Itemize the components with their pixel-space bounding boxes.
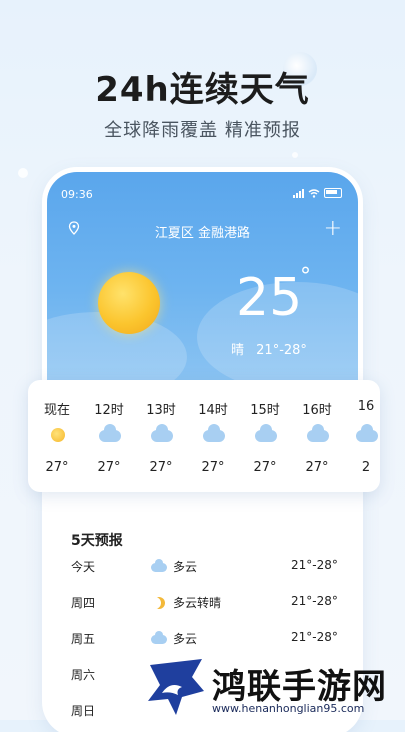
watermark-title: 鸿联手游网 [212, 667, 387, 707]
battery-icon [324, 188, 342, 198]
cloud-icon [307, 424, 329, 444]
cloud-icon [99, 424, 121, 444]
sun-icon [98, 272, 160, 334]
degree-symbol: ° [300, 264, 311, 289]
hour-label: 12时 [94, 403, 124, 418]
moon-icon [151, 596, 169, 610]
cloud-icon [356, 424, 378, 444]
forecast-row[interactable]: 今天 多云 21°-28° [47, 558, 358, 578]
cloud-icon [151, 631, 169, 646]
forecast-condition: 多云 [173, 560, 198, 574]
cloud-icon [151, 424, 173, 444]
sun-icon [47, 426, 69, 444]
cloud-icon [151, 559, 169, 574]
hour-temperature: 27° [253, 460, 277, 475]
hour-label: 16 [357, 399, 375, 414]
decorative-dot [18, 168, 28, 178]
hour-temperature: 27° [149, 460, 173, 475]
decorative-dot [292, 152, 298, 158]
location-name[interactable]: 江夏区 金融港路 [47, 222, 358, 241]
temperature-range: 21°-28° [256, 343, 307, 358]
condition-text: 晴 [231, 343, 245, 358]
hourly-forecast[interactable]: 现在 27° 12时 27° 13时 27° 14时 27° 15时 27° 1… [28, 380, 380, 492]
promo-headline: 24h连续天气 [95, 70, 310, 110]
hour-label: 15时 [250, 403, 280, 418]
status-icons [293, 188, 342, 198]
hour-temperature: 2 [361, 460, 371, 475]
forecast-day: 今天 [71, 560, 96, 574]
hour-temperature: 27° [97, 460, 121, 475]
current-temperature: 25 [236, 268, 303, 328]
hour-label: 14时 [198, 403, 228, 418]
watermark-logo [148, 659, 204, 715]
forecast-condition: 多云转晴 [173, 596, 222, 610]
status-time: 09:36 [61, 188, 93, 201]
forecast-day: 周五 [71, 632, 96, 646]
wifi-icon [308, 188, 320, 198]
hour-temperature: 27° [305, 460, 329, 475]
forecast-range: 21°-28° [291, 630, 338, 644]
weather-header: 09:36 江夏区 金融港路 + 25 ° 晴 21°-28° [47, 172, 358, 402]
hour-label: 现在 [43, 403, 70, 418]
forecast-day: 周六 [71, 668, 96, 682]
forecast-day: 周四 [71, 596, 96, 610]
forecast-row[interactable]: 周四 多云转晴 21°-28° [47, 594, 358, 614]
forecast-range: 21°-28° [291, 558, 338, 572]
hour-label: 16时 [302, 403, 332, 418]
hour-temperature: 27° [201, 460, 225, 475]
forecast-row[interactable]: 周五 多云 21°-28° [47, 630, 358, 650]
add-city-button[interactable]: + [324, 216, 342, 241]
forecast-day: 周日 [71, 704, 96, 718]
watermark-url: www.henanhonglian95.com [212, 702, 365, 715]
promo-subline: 全球降雨覆盖 精准预报 [104, 120, 301, 141]
current-condition: 晴 21°-28° [231, 339, 307, 358]
forecast-title: 5天预报 [71, 533, 123, 549]
cloud-icon [203, 424, 225, 444]
cloud-icon [255, 424, 277, 444]
signal-icon [293, 188, 304, 198]
watermark: 鸿联手游网 www.henanhonglian95.com [146, 655, 405, 720]
forecast-condition: 多云 [173, 632, 198, 646]
forecast-range: 21°-28° [291, 594, 338, 608]
hour-label: 13时 [146, 403, 176, 418]
hour-temperature: 27° [45, 460, 69, 475]
